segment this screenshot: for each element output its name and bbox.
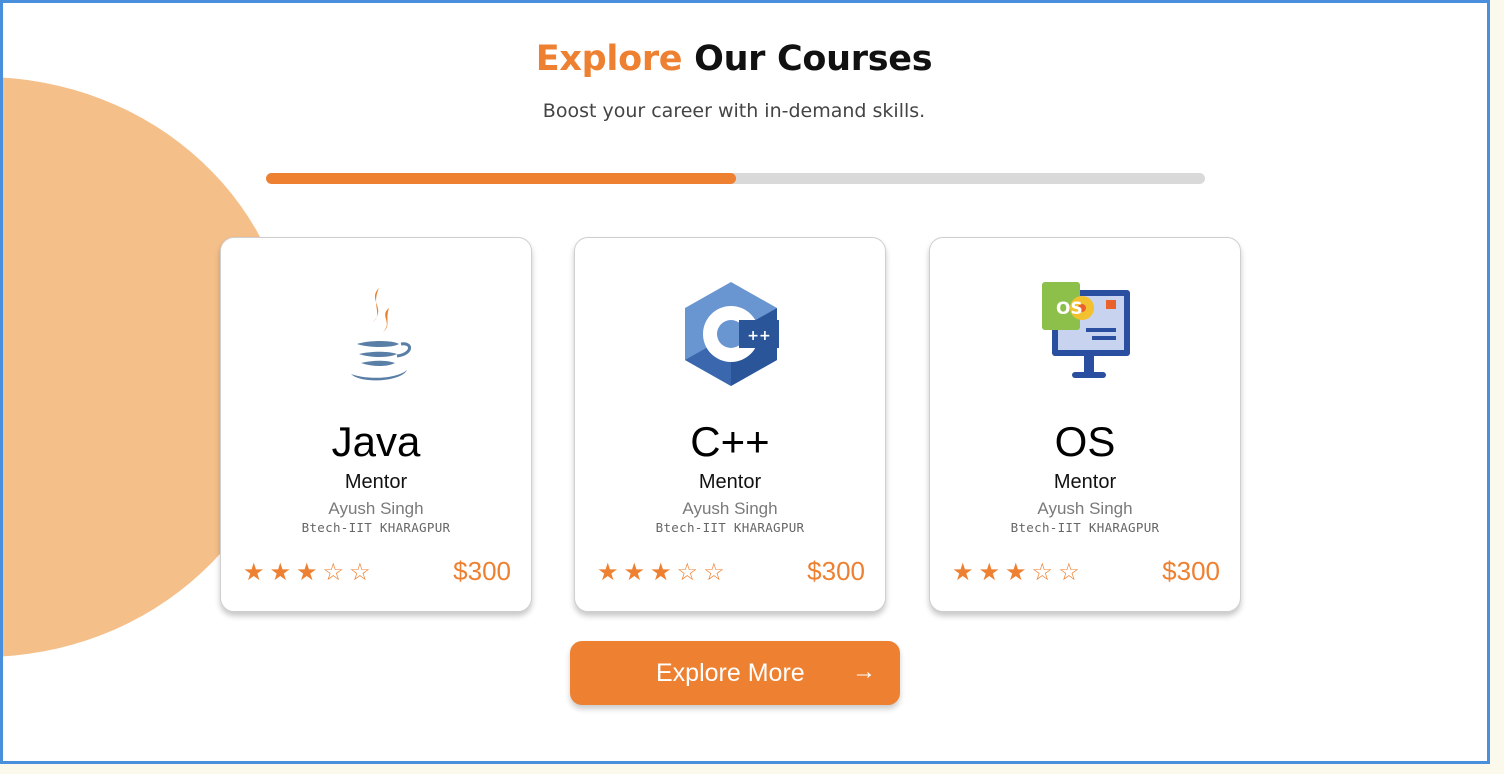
explore-more-label: Explore More [656,659,805,687]
progress-bar [266,173,1205,184]
course-role: Mentor [344,471,408,493]
mentor-degree: Btech-IIT KHARAGPUR [301,520,451,535]
mentor-name: Ayush Singh [328,499,424,518]
mentor-name: Ayush Singh [1037,499,1133,518]
mentor-name: Ayush Singh [682,499,778,518]
course-price: $300 [1162,556,1220,586]
rating-stars: ★★★☆☆ [952,559,1085,586]
cpp-logo-icon: ++ [685,282,779,386]
course-price: $300 [453,556,511,586]
course-title: OS [1054,418,1116,465]
svg-text:OS: OS [1056,299,1083,319]
section-subtitle: Boost your career with in-demand skills. [542,100,926,122]
course-price: $300 [807,556,865,586]
course-role: Mentor [698,471,762,493]
os-monitor-icon: OS [1042,282,1130,378]
course-role: Mentor [1053,471,1117,493]
progress-fill [266,173,736,184]
course-card-cpp[interactable]: ++ C++ Mentor Ayush Singh Btech-IIT KHAR… [574,237,886,612]
course-title: Java [331,418,421,465]
mentor-degree: Btech-IIT KHARAGPUR [1010,520,1160,535]
page-frame: Explore Our Courses Boost your career wi… [0,0,1490,764]
heading-rest: Our Courses [694,39,933,79]
explore-more-button[interactable]: Explore More → [570,641,900,705]
course-title: C++ [690,418,770,465]
course-card-os[interactable]: OS OS Mentor Ayush Singh Btech-IIT KHARA… [929,237,1241,612]
arrow-right-icon: → [852,658,876,685]
svg-text:++: ++ [747,328,770,344]
rating-stars: ★★★☆☆ [597,559,730,586]
section-heading: Explore Our Courses [3,39,1465,79]
heading-accent: Explore [535,39,683,79]
mentor-degree: Btech-IIT KHARAGPUR [655,520,805,535]
java-logo-icon [351,288,411,381]
rating-stars: ★★★☆☆ [243,559,376,586]
course-card-java[interactable]: Java Mentor Ayush Singh Btech-IIT KHARAG… [220,237,532,612]
